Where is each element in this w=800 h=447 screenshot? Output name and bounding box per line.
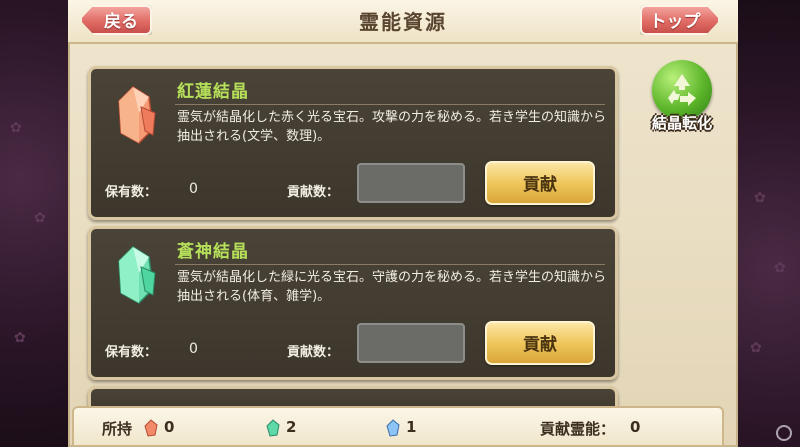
inventory-label: 所持	[102, 420, 133, 438]
top-button[interactable]: トップ	[640, 5, 720, 35]
crystal-convert-button[interactable]: 結晶転化	[638, 60, 726, 148]
red-crystal-count: 0	[164, 418, 175, 436]
green-crystal-count: 2	[286, 418, 297, 436]
inventory-footer: 所持 0 2 1 貢献霊能： 0	[72, 406, 724, 447]
contribution-label: 貢献霊能：	[540, 420, 616, 438]
contribute-count-input[interactable]	[357, 163, 465, 203]
header-bar: 霊能資源	[68, 0, 738, 44]
red-crystal-icon	[118, 86, 156, 144]
left-background: ✿ ✿ ✿	[0, 0, 68, 447]
resource-description: 霊気が結晶化した赤く光る宝石。攻撃の力を秘める。若き学生の知識から抽出される(文…	[177, 110, 607, 144]
resource-description: 霊気が結晶化した緑に光る宝石。守護の力を秘める。若き学生の知識から抽出される(体…	[177, 270, 607, 304]
flower-decoration: ✿	[774, 260, 786, 276]
resource-name: 紅蓮結晶	[177, 82, 249, 102]
flower-decoration: ✿	[750, 340, 762, 356]
green-crystal-icon	[266, 419, 280, 437]
resource-card-red: 紅蓮結晶 霊気が結晶化した赤く光る宝石。攻撃の力を秘める。若き学生の知識から抽出…	[88, 66, 618, 220]
recycle-icon	[652, 60, 712, 120]
crystal-convert-label: 結晶転化	[651, 114, 712, 132]
red-crystal-icon	[144, 419, 158, 437]
owned-label: 保有数：	[105, 345, 158, 360]
divider	[175, 264, 605, 265]
green-crystal-icon	[118, 246, 156, 304]
divider	[175, 104, 605, 105]
owned-count: 0	[189, 341, 198, 357]
owned-label: 保有数：	[105, 185, 158, 200]
flower-decoration: ✿	[10, 120, 22, 136]
contribute-count-label: 貢献数：	[287, 185, 340, 200]
page-title: 霊能資源	[359, 10, 447, 34]
blue-crystal-icon	[386, 419, 400, 437]
flower-decoration: ✿	[754, 190, 766, 206]
contribution-value: 0	[630, 418, 641, 436]
contribute-count-label: 貢献数：	[287, 345, 340, 360]
contribute-count-input[interactable]	[357, 323, 465, 363]
owned-count: 0	[189, 181, 198, 197]
contribute-button[interactable]: 貢献	[485, 161, 595, 205]
flower-decoration: ✿	[34, 210, 46, 226]
blue-crystal-count: 1	[406, 418, 417, 436]
resource-name: 蒼神結晶	[177, 242, 249, 262]
right-background: ✿ ✿ ✿	[738, 0, 800, 447]
resource-card-green: 蒼神結晶 霊気が結晶化した緑に光る宝石。守護の力を秘める。若き学生の知識から抽出…	[88, 226, 618, 380]
contribute-button[interactable]: 貢献	[485, 321, 595, 365]
watermark-logo	[776, 425, 792, 441]
flower-decoration: ✿	[14, 330, 26, 346]
back-button[interactable]: 戻る	[80, 5, 152, 35]
